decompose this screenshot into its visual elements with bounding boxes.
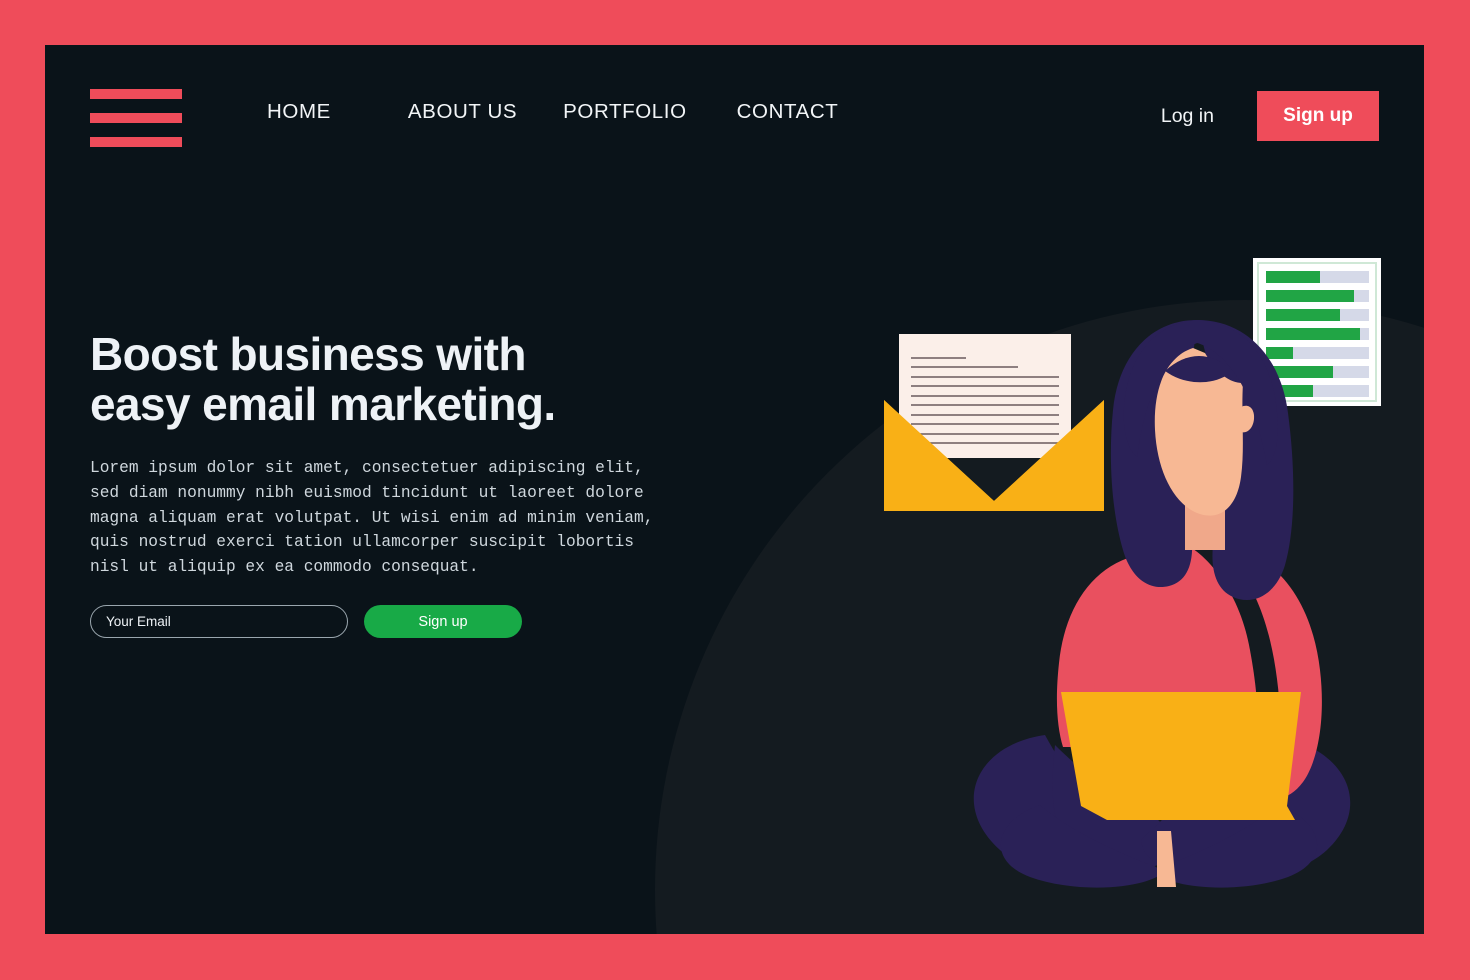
main-navigation: HOME ABOUT US PORTFOLIO CONTACT <box>267 100 838 124</box>
nav-item-contact[interactable]: CONTACT <box>737 100 839 124</box>
signup-button-form[interactable]: Sign up <box>364 605 522 638</box>
email-signup-form: Sign up <box>90 605 522 638</box>
hamburger-bar <box>90 89 182 99</box>
nav-item-about-us[interactable]: ABOUT US <box>408 100 517 124</box>
nav-item-home[interactable]: HOME <box>267 100 331 124</box>
chart-bar-fill <box>1266 271 1320 283</box>
hamburger-icon[interactable] <box>90 89 182 147</box>
nav-item-portfolio[interactable]: PORTFOLIO <box>563 100 687 124</box>
page-root: HOME ABOUT US PORTFOLIO CONTACT Log in S… <box>0 0 1470 980</box>
login-link[interactable]: Log in <box>1161 105 1214 128</box>
email-input[interactable] <box>90 605 348 638</box>
hamburger-bar <box>90 137 182 147</box>
hero-panel: HOME ABOUT US PORTFOLIO CONTACT Log in S… <box>45 45 1424 934</box>
hamburger-bar <box>90 113 182 123</box>
backdrop-circle <box>655 300 1424 934</box>
page-title: Boost business with easy email marketing… <box>90 328 556 430</box>
signup-button-header[interactable]: Sign up <box>1257 91 1379 141</box>
site-header: HOME ABOUT US PORTFOLIO CONTACT Log in S… <box>45 45 1424 190</box>
hero-content: Boost business with easy email marketing… <box>90 328 710 579</box>
auth-actions: Log in Sign up <box>1161 91 1379 141</box>
hero-body-text: Lorem ipsum dolor sit amet, consectetuer… <box>90 459 654 576</box>
chart-bar-track <box>1266 271 1369 283</box>
